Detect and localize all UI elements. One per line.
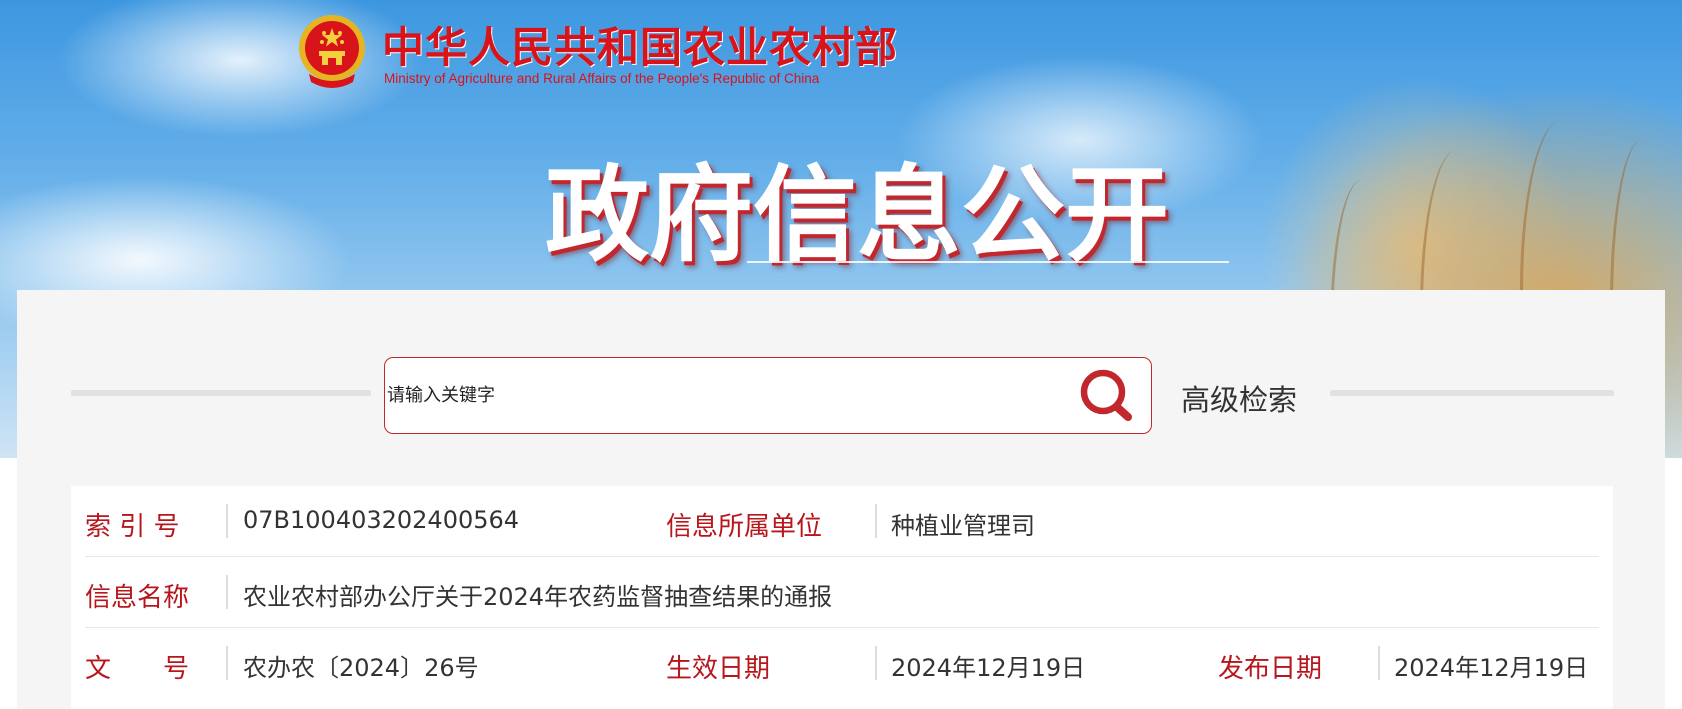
- effective-date-value: 2024年12月19日: [891, 654, 1086, 682]
- unit-label: 信息所属单位: [666, 512, 823, 542]
- ministry-name-cn: 中华人民共和国农业农村部: [382, 23, 899, 72]
- publish-date-value: 2024年12月19日: [1394, 654, 1589, 682]
- search-area: 高级检索: [17, 290, 1665, 460]
- search-icon: [1080, 369, 1132, 421]
- name-value: 农业农村部办公厅关于2024年农药监督抽查结果的通报: [243, 583, 833, 611]
- doc-no-label: 文 号: [85, 654, 190, 684]
- meta-row-doc-no: 文 号 农办农〔2024〕26号 生效日期 2024年12月19日 发布日期 2…: [85, 628, 1599, 698]
- index-label: 索 引 号: [85, 512, 180, 542]
- title-underline: [747, 261, 1229, 263]
- meta-row-name: 信息名称 农业农村部办公厅关于2024年农药监督抽查结果的通报: [85, 557, 1599, 628]
- effective-date-label: 生效日期: [666, 654, 771, 684]
- column-divider: [875, 504, 877, 538]
- divider-right: [1330, 390, 1614, 396]
- divider-left: [71, 390, 371, 396]
- doc-no-value: 农办农〔2024〕26号: [243, 654, 479, 682]
- search-button[interactable]: [1077, 368, 1137, 424]
- content-panel: 高级检索 索 引 号 07B100403202400564 信息所属单位 种植业…: [17, 290, 1665, 709]
- search-box: [384, 357, 1152, 434]
- unit-value: 种植业管理司: [891, 512, 1035, 540]
- column-divider: [226, 575, 228, 609]
- meta-row-index: 索 引 号 07B100403202400564 信息所属单位 种植业管理司: [85, 486, 1599, 557]
- name-label: 信息名称: [85, 583, 190, 613]
- column-divider: [226, 646, 228, 680]
- search-input[interactable]: [387, 378, 1027, 412]
- column-divider: [1378, 646, 1380, 680]
- document-meta-table: 索 引 号 07B100403202400564 信息所属单位 种植业管理司 信…: [71, 486, 1613, 709]
- ministry-name-en: Ministry of Agriculture and Rural Affair…: [384, 71, 820, 86]
- national-emblem-icon[interactable]: [295, 12, 369, 92]
- column-divider: [226, 504, 228, 538]
- section-title: 政府信息公开: [545, 154, 1170, 276]
- advanced-search-link[interactable]: 高级检索: [1181, 377, 1297, 419]
- publish-date-label: 发布日期: [1218, 654, 1323, 684]
- column-divider: [875, 646, 877, 680]
- index-value: 07B100403202400564: [243, 506, 520, 534]
